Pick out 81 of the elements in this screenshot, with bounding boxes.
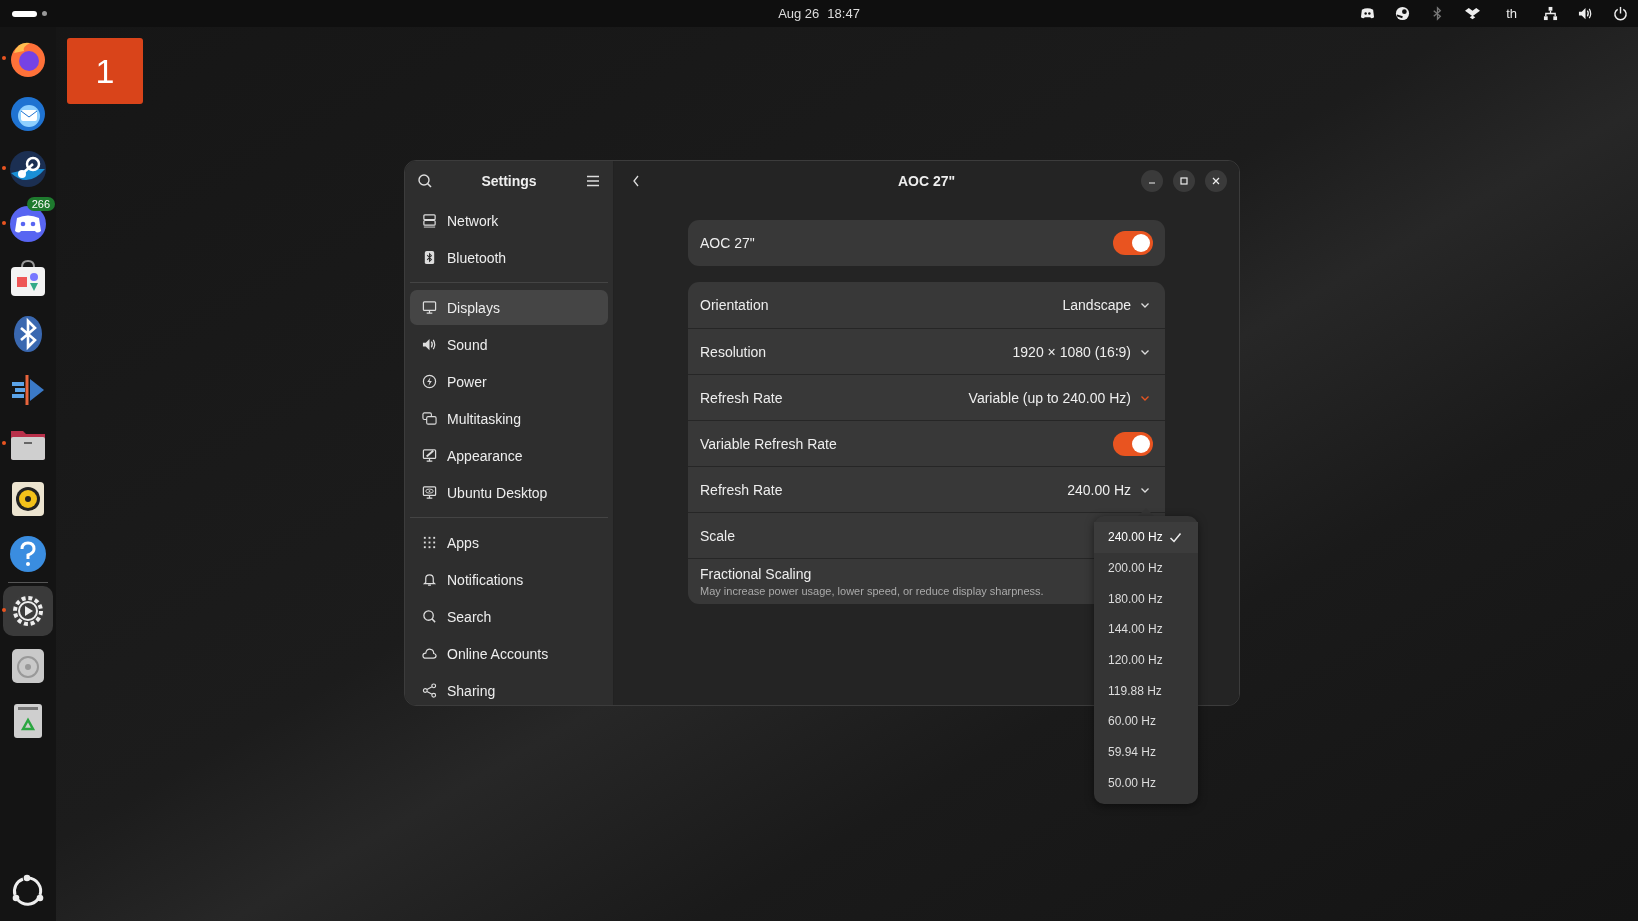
- menu-option[interactable]: 50.00 Hz: [1094, 767, 1198, 799]
- sidebar-item[interactable]: Online Accounts: [410, 636, 608, 671]
- grid-icon: [422, 535, 437, 550]
- dropdown-button[interactable]: 1920 × 1080 (16∶9): [1010, 337, 1153, 366]
- share-icon: [422, 683, 437, 698]
- monitor-brush-icon: [422, 448, 437, 463]
- sidebar-item[interactable]: Apps: [410, 525, 608, 560]
- bell-icon: [422, 572, 437, 587]
- menu-option[interactable]: 200.00 Hz: [1094, 552, 1198, 584]
- toggle-switch[interactable]: [1113, 231, 1153, 255]
- sidebar-item[interactable]: Sharing: [410, 673, 608, 705]
- sidebar-item[interactable]: Displays: [410, 290, 608, 325]
- menu-option[interactable]: 240.00 Hz: [1094, 522, 1198, 553]
- keyboard-layout-indicator[interactable]: th: [1500, 6, 1523, 21]
- menu-option[interactable]: 119.88 Hz: [1094, 675, 1198, 707]
- search-icon[interactable]: [417, 173, 433, 189]
- dock-item[interactable]: 266: [3, 199, 53, 249]
- lightning-circle-icon: [422, 374, 437, 389]
- date-text: Aug 26: [778, 6, 820, 21]
- sidebar-item[interactable]: Search: [410, 599, 608, 634]
- setting-label: Fractional Scaling: [700, 566, 813, 582]
- monitor-eye-icon: [422, 485, 437, 500]
- dropdown-button[interactable]: Variable (up to 240.00 Hz): [966, 383, 1153, 412]
- running-dot: [2, 608, 6, 612]
- cloud-icon: [422, 646, 437, 661]
- setting-label: Orientation: [700, 297, 769, 313]
- running-dot: [2, 56, 6, 60]
- sidebar-item[interactable]: Bluetooth: [410, 240, 608, 275]
- menu-option[interactable]: 120.00 Hz: [1094, 644, 1198, 676]
- checkmark-icon: [1168, 530, 1182, 544]
- circle-of-friends-icon[interactable]: [10, 873, 46, 909]
- minimize-button[interactable]: [1141, 170, 1163, 192]
- shopping-bag-icon: [8, 259, 48, 299]
- time-text: 18:47: [827, 6, 860, 21]
- setting-label: Refresh Rate: [700, 481, 783, 498]
- dropdown-button[interactable]: Landscape: [1060, 291, 1153, 319]
- dock-item[interactable]: [3, 586, 53, 636]
- sidebar-item[interactable]: Sound: [410, 327, 608, 362]
- bird-mail-icon: [8, 94, 48, 134]
- sidebar-item[interactable]: Network: [410, 203, 608, 238]
- sidebar-item[interactable]: Multitasking: [410, 401, 608, 436]
- menu-icon[interactable]: [585, 173, 601, 189]
- monitor-icon: [422, 300, 437, 315]
- close-icon: [1211, 176, 1221, 186]
- menu-option[interactable]: 144.00 Hz: [1094, 614, 1198, 645]
- running-dot: [2, 166, 6, 170]
- sidebar-item[interactable]: Ubuntu Desktop: [410, 475, 608, 510]
- toggle-switch[interactable]: [1113, 431, 1153, 456]
- maximize-icon: [1179, 176, 1189, 186]
- controller-face-icon[interactable]: [1360, 6, 1376, 21]
- network-icon[interactable]: [1543, 6, 1558, 21]
- notification-count-badge: 266: [26, 197, 55, 211]
- setting-label: Variable Refresh Rate: [700, 435, 837, 452]
- dropdown-button[interactable]: 240.00 Hz: [1065, 475, 1153, 504]
- windows-icon: [422, 411, 437, 426]
- speaker-icon[interactable]: [1578, 6, 1593, 21]
- display-name-label: AOC 27": [700, 235, 755, 251]
- network-icon: [422, 213, 437, 228]
- setting-label: Scale: [700, 527, 736, 544]
- menu-option[interactable]: 59.94 Hz: [1094, 736, 1198, 768]
- workspace-number: 1: [67, 38, 143, 104]
- page-title: AOC 27": [896, 173, 957, 189]
- setting-description: May increase power usage, lower speed, or reduce display sharpness.: [700, 585, 1044, 597]
- power-icon[interactable]: [1613, 6, 1628, 21]
- setting-label: Refresh Rate: [700, 389, 783, 406]
- setting-label: Resolution: [700, 343, 767, 360]
- running-dot: [2, 441, 6, 445]
- menu-option[interactable]: 60.00 Hz: [1094, 706, 1198, 737]
- speaker-icon: [422, 337, 437, 352]
- maximize-button[interactable]: [1173, 170, 1195, 192]
- menu-option[interactable]: 180.00 Hz: [1094, 583, 1198, 615]
- sidebar-item[interactable]: Power: [410, 364, 608, 399]
- question-icon: [8, 534, 48, 574]
- sidebar-item[interactable]: Notifications: [410, 562, 608, 597]
- sidebar-item[interactable]: Appearance: [410, 438, 608, 473]
- workspace-indicator[interactable]: [12, 10, 47, 17]
- running-dot: [2, 221, 6, 225]
- bluetooth-icon: [422, 250, 437, 265]
- close-button[interactable]: [1205, 170, 1227, 192]
- sidebar-title: Settings: [481, 173, 537, 189]
- search-icon: [422, 609, 437, 624]
